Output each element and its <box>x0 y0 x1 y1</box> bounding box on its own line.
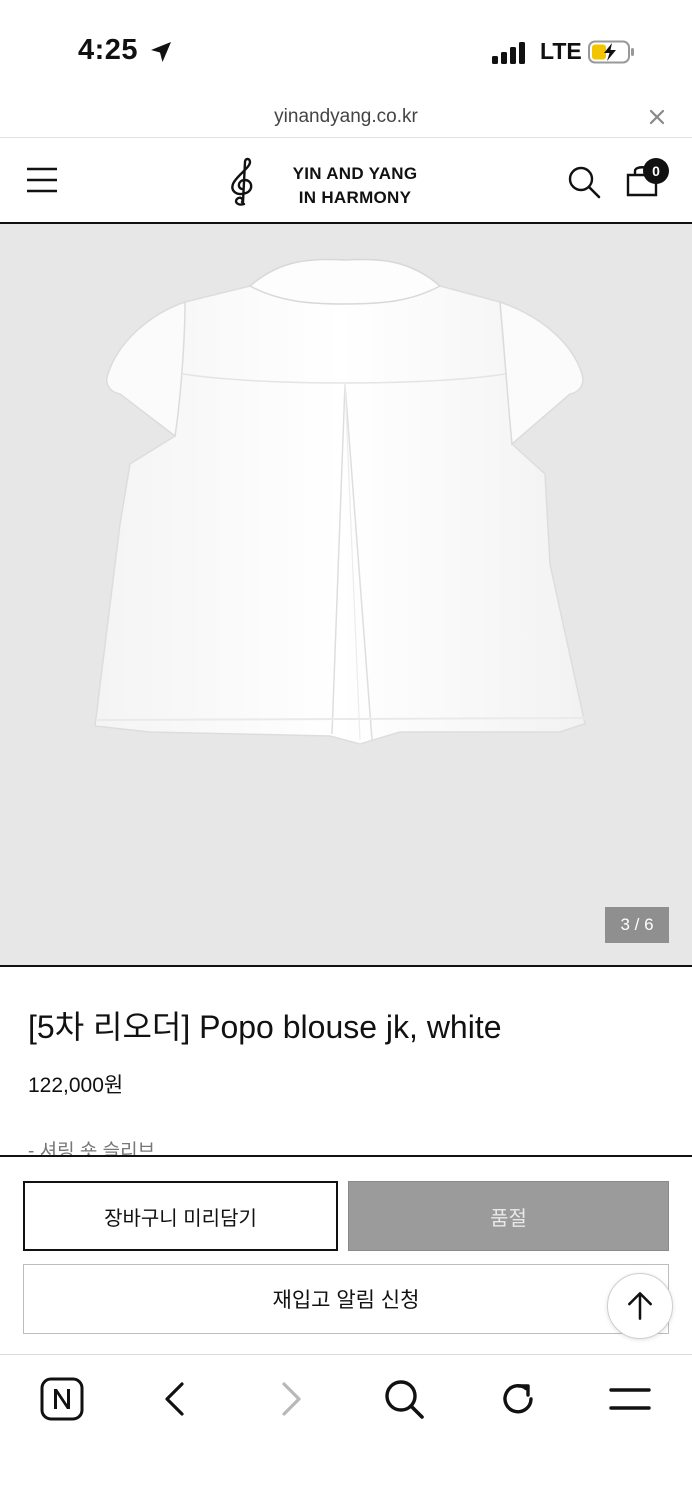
cart-count-badge[interactable]: 0 <box>643 158 669 184</box>
refresh-icon[interactable] <box>495 1376 541 1422</box>
search-icon[interactable] <box>566 164 602 200</box>
restock-alert-button[interactable]: 재입고 알림 신청 <box>23 1264 669 1334</box>
menu-icon[interactable] <box>26 167 58 193</box>
scroll-to-top-button[interactable] <box>607 1273 673 1339</box>
purchase-action-panel: 장바구니 미리담기 품절 재입고 알림 신청 <box>0 1155 692 1355</box>
close-icon[interactable] <box>644 104 670 130</box>
url-bar[interactable]: yinandyang.co.kr <box>0 100 692 138</box>
url-text[interactable]: yinandyang.co.kr <box>0 106 692 128</box>
soldout-button[interactable]: 품절 <box>348 1181 669 1251</box>
product-note: - 셔링 숏 슬리브 <box>28 1141 156 1156</box>
add-to-cart-button[interactable]: 장바구니 미리담기 <box>23 1181 338 1251</box>
forward-icon[interactable] <box>267 1376 313 1422</box>
logo-line-1: YIN AND YANG <box>292 164 418 183</box>
logo-text[interactable]: YIN AND YANG IN HARMONY <box>270 162 440 210</box>
status-time: 4:25 <box>78 34 139 66</box>
search-icon[interactable] <box>381 1376 427 1422</box>
back-icon[interactable] <box>153 1376 199 1422</box>
image-counter: 3 / 6 <box>605 907 669 943</box>
product-image-gallery[interactable]: 3 / 6 <box>0 224 692 967</box>
treble-clef-logo[interactable] <box>224 156 260 208</box>
site-header: YIN AND YANG IN HARMONY 0 <box>0 138 692 224</box>
product-image[interactable] <box>0 224 692 967</box>
naver-icon[interactable] <box>39 1376 85 1422</box>
product-title: [5차 리오더] Popo blouse jk, white <box>28 1009 502 1045</box>
product-price: 122,000원 <box>28 1074 124 1097</box>
logo-line-2: IN HARMONY <box>298 188 412 207</box>
browser-toolbar <box>0 1356 692 1500</box>
battery-charging-icon <box>588 40 634 64</box>
arrow-up-icon <box>628 1292 652 1320</box>
status-bar: 4:25 LTE <box>0 0 692 100</box>
network-type: LTE <box>540 38 582 64</box>
location-arrow-icon <box>151 42 171 62</box>
menu-icon[interactable] <box>607 1376 653 1422</box>
signal-icon <box>492 40 528 64</box>
